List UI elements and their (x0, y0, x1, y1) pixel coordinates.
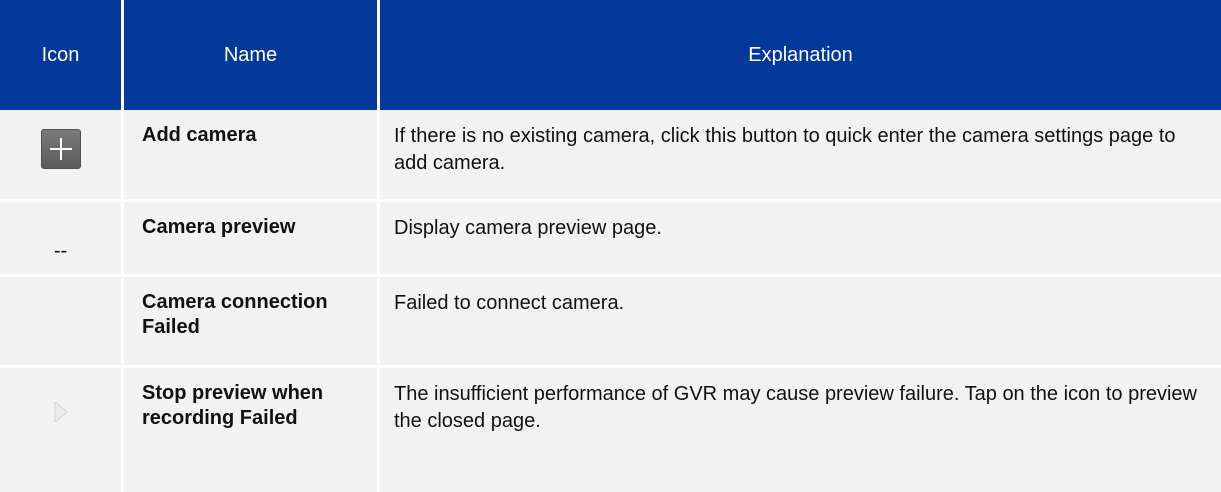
table-row: Stop preview when recording Failed The i… (0, 365, 1221, 492)
row-name: Camera preview (124, 199, 380, 274)
icon-reference-table: Icon Name Explanation Add camera If ther… (0, 0, 1221, 492)
table-row: Camera connection Failed Failed to conne… (0, 274, 1221, 365)
plus-icon[interactable] (40, 129, 81, 169)
icon-cell (0, 365, 124, 492)
icon-cell (0, 110, 124, 199)
row-name: Add camera (124, 110, 380, 199)
icon-cell: -- (0, 199, 124, 274)
table-row: Add camera If there is no existing camer… (0, 110, 1221, 199)
table-header-row: Icon Name Explanation (0, 0, 1221, 110)
header-explanation: Explanation (380, 0, 1221, 110)
header-name: Name (124, 0, 380, 110)
row-explanation: Display camera preview page. (380, 199, 1221, 274)
row-explanation: If there is no existing camera, click th… (380, 110, 1221, 199)
row-name: Stop preview when recording Failed (124, 365, 380, 492)
row-explanation: Failed to connect camera. (380, 274, 1221, 365)
icon-placeholder-text: -- (53, 240, 68, 262)
icon-cell (0, 274, 124, 365)
row-name: Camera connection Failed (124, 274, 380, 365)
play-icon[interactable] (54, 400, 68, 429)
header-icon: Icon (0, 0, 124, 110)
row-explanation: The insufficient performance of GVR may … (380, 365, 1221, 492)
table-row: -- Camera preview Display camera preview… (0, 199, 1221, 274)
